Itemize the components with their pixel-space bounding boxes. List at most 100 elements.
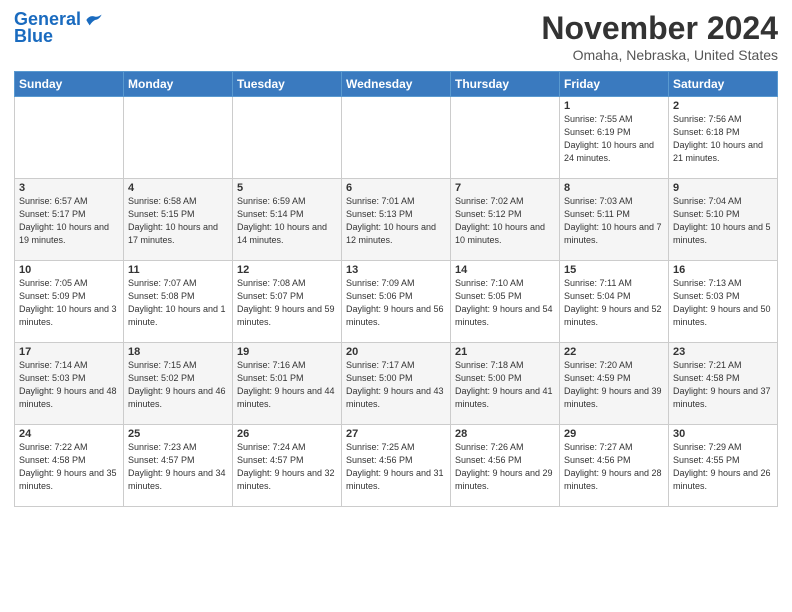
- week-row-3: 17Sunrise: 7:14 AM Sunset: 5:03 PM Dayli…: [15, 343, 778, 425]
- calendar-cell: 17Sunrise: 7:14 AM Sunset: 5:03 PM Dayli…: [15, 343, 124, 425]
- calendar-cell: 4Sunrise: 6:58 AM Sunset: 5:15 PM Daylig…: [124, 179, 233, 261]
- day-info: Sunrise: 7:25 AM Sunset: 4:56 PM Dayligh…: [346, 441, 446, 493]
- calendar-cell: 9Sunrise: 7:04 AM Sunset: 5:10 PM Daylig…: [669, 179, 778, 261]
- day-number: 13: [346, 264, 446, 276]
- day-number: 25: [128, 428, 228, 440]
- day-number: 3: [19, 182, 119, 194]
- logo-bird-icon: [83, 10, 103, 30]
- calendar-cell: 24Sunrise: 7:22 AM Sunset: 4:58 PM Dayli…: [15, 425, 124, 507]
- day-info: Sunrise: 7:11 AM Sunset: 5:04 PM Dayligh…: [564, 277, 664, 329]
- calendar-cell: 19Sunrise: 7:16 AM Sunset: 5:01 PM Dayli…: [233, 343, 342, 425]
- day-number: 14: [455, 264, 555, 276]
- col-header-tuesday: Tuesday: [233, 72, 342, 97]
- calendar-cell: 10Sunrise: 7:05 AM Sunset: 5:09 PM Dayli…: [15, 261, 124, 343]
- day-info: Sunrise: 7:04 AM Sunset: 5:10 PM Dayligh…: [673, 195, 773, 247]
- day-number: 23: [673, 346, 773, 358]
- page-container: General Blue November 2024 Omaha, Nebras…: [0, 0, 792, 515]
- col-header-friday: Friday: [560, 72, 669, 97]
- calendar-cell: 25Sunrise: 7:23 AM Sunset: 4:57 PM Dayli…: [124, 425, 233, 507]
- calendar-cell: 8Sunrise: 7:03 AM Sunset: 5:11 PM Daylig…: [560, 179, 669, 261]
- day-number: 15: [564, 264, 664, 276]
- day-number: 18: [128, 346, 228, 358]
- day-number: 8: [564, 182, 664, 194]
- week-row-0: 1Sunrise: 7:55 AM Sunset: 6:19 PM Daylig…: [15, 97, 778, 179]
- col-header-monday: Monday: [124, 72, 233, 97]
- day-info: Sunrise: 6:57 AM Sunset: 5:17 PM Dayligh…: [19, 195, 119, 247]
- day-info: Sunrise: 7:26 AM Sunset: 4:56 PM Dayligh…: [455, 441, 555, 493]
- day-number: 2: [673, 100, 773, 112]
- day-number: 29: [564, 428, 664, 440]
- calendar-cell: 5Sunrise: 6:59 AM Sunset: 5:14 PM Daylig…: [233, 179, 342, 261]
- day-info: Sunrise: 7:13 AM Sunset: 5:03 PM Dayligh…: [673, 277, 773, 329]
- week-row-1: 3Sunrise: 6:57 AM Sunset: 5:17 PM Daylig…: [15, 179, 778, 261]
- day-info: Sunrise: 7:55 AM Sunset: 6:19 PM Dayligh…: [564, 113, 664, 165]
- day-number: 28: [455, 428, 555, 440]
- day-info: Sunrise: 6:59 AM Sunset: 5:14 PM Dayligh…: [237, 195, 337, 247]
- day-number: 17: [19, 346, 119, 358]
- day-info: Sunrise: 7:23 AM Sunset: 4:57 PM Dayligh…: [128, 441, 228, 493]
- calendar-cell: 21Sunrise: 7:18 AM Sunset: 5:00 PM Dayli…: [451, 343, 560, 425]
- calendar-cell: 23Sunrise: 7:21 AM Sunset: 4:58 PM Dayli…: [669, 343, 778, 425]
- day-info: Sunrise: 7:14 AM Sunset: 5:03 PM Dayligh…: [19, 359, 119, 411]
- calendar-cell: 27Sunrise: 7:25 AM Sunset: 4:56 PM Dayli…: [342, 425, 451, 507]
- week-row-4: 24Sunrise: 7:22 AM Sunset: 4:58 PM Dayli…: [15, 425, 778, 507]
- week-row-2: 10Sunrise: 7:05 AM Sunset: 5:09 PM Dayli…: [15, 261, 778, 343]
- day-info: Sunrise: 7:29 AM Sunset: 4:55 PM Dayligh…: [673, 441, 773, 493]
- day-number: 12: [237, 264, 337, 276]
- day-number: 16: [673, 264, 773, 276]
- day-info: Sunrise: 7:22 AM Sunset: 4:58 PM Dayligh…: [19, 441, 119, 493]
- calendar-cell: 15Sunrise: 7:11 AM Sunset: 5:04 PM Dayli…: [560, 261, 669, 343]
- day-info: Sunrise: 7:20 AM Sunset: 4:59 PM Dayligh…: [564, 359, 664, 411]
- day-info: Sunrise: 7:16 AM Sunset: 5:01 PM Dayligh…: [237, 359, 337, 411]
- location: Omaha, Nebraska, United States: [541, 47, 778, 63]
- month-title: November 2024: [541, 10, 778, 47]
- logo: General Blue: [14, 10, 103, 47]
- col-header-wednesday: Wednesday: [342, 72, 451, 97]
- day-info: Sunrise: 7:05 AM Sunset: 5:09 PM Dayligh…: [19, 277, 119, 329]
- calendar-cell: 2Sunrise: 7:56 AM Sunset: 6:18 PM Daylig…: [669, 97, 778, 179]
- col-header-thursday: Thursday: [451, 72, 560, 97]
- header: General Blue November 2024 Omaha, Nebras…: [14, 10, 778, 63]
- calendar-cell: 16Sunrise: 7:13 AM Sunset: 5:03 PM Dayli…: [669, 261, 778, 343]
- day-info: Sunrise: 7:01 AM Sunset: 5:13 PM Dayligh…: [346, 195, 446, 247]
- calendar-cell: 28Sunrise: 7:26 AM Sunset: 4:56 PM Dayli…: [451, 425, 560, 507]
- calendar-cell: 12Sunrise: 7:08 AM Sunset: 5:07 PM Dayli…: [233, 261, 342, 343]
- day-number: 27: [346, 428, 446, 440]
- day-number: 10: [19, 264, 119, 276]
- calendar-cell: 14Sunrise: 7:10 AM Sunset: 5:05 PM Dayli…: [451, 261, 560, 343]
- day-info: Sunrise: 7:27 AM Sunset: 4:56 PM Dayligh…: [564, 441, 664, 493]
- calendar-cell: 20Sunrise: 7:17 AM Sunset: 5:00 PM Dayli…: [342, 343, 451, 425]
- calendar-cell: [233, 97, 342, 179]
- day-info: Sunrise: 7:21 AM Sunset: 4:58 PM Dayligh…: [673, 359, 773, 411]
- calendar-cell: [451, 97, 560, 179]
- day-number: 22: [564, 346, 664, 358]
- calendar-cell: [15, 97, 124, 179]
- calendar-cell: 3Sunrise: 6:57 AM Sunset: 5:17 PM Daylig…: [15, 179, 124, 261]
- day-info: Sunrise: 7:08 AM Sunset: 5:07 PM Dayligh…: [237, 277, 337, 329]
- day-number: 20: [346, 346, 446, 358]
- day-info: Sunrise: 7:02 AM Sunset: 5:12 PM Dayligh…: [455, 195, 555, 247]
- calendar-cell: 13Sunrise: 7:09 AM Sunset: 5:06 PM Dayli…: [342, 261, 451, 343]
- calendar-cell: 29Sunrise: 7:27 AM Sunset: 4:56 PM Dayli…: [560, 425, 669, 507]
- day-info: Sunrise: 7:15 AM Sunset: 5:02 PM Dayligh…: [128, 359, 228, 411]
- calendar-table: SundayMondayTuesdayWednesdayThursdayFrid…: [14, 71, 778, 507]
- calendar-header-row: SundayMondayTuesdayWednesdayThursdayFrid…: [15, 72, 778, 97]
- day-number: 21: [455, 346, 555, 358]
- day-info: Sunrise: 7:03 AM Sunset: 5:11 PM Dayligh…: [564, 195, 664, 247]
- day-number: 11: [128, 264, 228, 276]
- calendar-cell: 26Sunrise: 7:24 AM Sunset: 4:57 PM Dayli…: [233, 425, 342, 507]
- day-info: Sunrise: 7:24 AM Sunset: 4:57 PM Dayligh…: [237, 441, 337, 493]
- calendar-cell: 30Sunrise: 7:29 AM Sunset: 4:55 PM Dayli…: [669, 425, 778, 507]
- day-info: Sunrise: 6:58 AM Sunset: 5:15 PM Dayligh…: [128, 195, 228, 247]
- day-number: 19: [237, 346, 337, 358]
- day-number: 9: [673, 182, 773, 194]
- day-info: Sunrise: 7:17 AM Sunset: 5:00 PM Dayligh…: [346, 359, 446, 411]
- day-info: Sunrise: 7:10 AM Sunset: 5:05 PM Dayligh…: [455, 277, 555, 329]
- calendar-cell: 6Sunrise: 7:01 AM Sunset: 5:13 PM Daylig…: [342, 179, 451, 261]
- day-number: 4: [128, 182, 228, 194]
- calendar-cell: 22Sunrise: 7:20 AM Sunset: 4:59 PM Dayli…: [560, 343, 669, 425]
- title-area: November 2024 Omaha, Nebraska, United St…: [541, 10, 778, 63]
- day-number: 24: [19, 428, 119, 440]
- day-info: Sunrise: 7:56 AM Sunset: 6:18 PM Dayligh…: [673, 113, 773, 165]
- calendar-cell: [342, 97, 451, 179]
